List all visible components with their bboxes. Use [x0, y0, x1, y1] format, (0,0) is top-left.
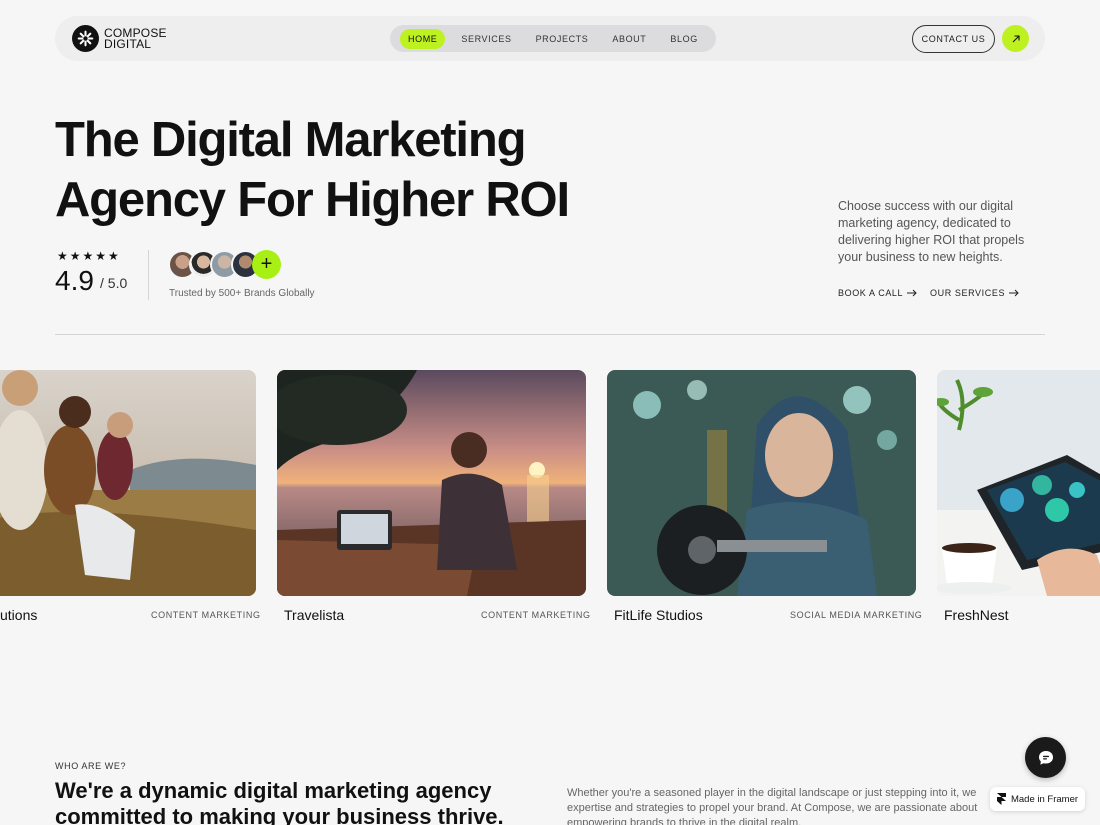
cta-arrow-button[interactable] [1002, 25, 1029, 52]
project-name: FreshNest [944, 607, 1009, 623]
arrow-right-icon [1009, 289, 1019, 297]
arrow-right-icon [907, 289, 917, 297]
book-call-link[interactable]: BOOK A CALL [838, 288, 917, 298]
about-title: We're a dynamic digital marketing agency… [55, 778, 504, 825]
hero-title-line2: Agency For Higher ROI [55, 173, 570, 227]
about-text: Whether you're a seasoned player in the … [567, 787, 978, 825]
logo-line2: DIGITAL [104, 36, 152, 51]
rating-stars: ★★★★★ [57, 249, 121, 263]
contact-us-button[interactable]: CONTACT US [912, 25, 995, 53]
project-name: utions [0, 607, 38, 623]
chat-button[interactable] [1025, 737, 1066, 778]
navbar: COMPOSE DIGITAL HOME SERVICES PROJECTS A… [55, 16, 1045, 61]
rating-max: / 5.0 [100, 275, 128, 291]
book-call-label: BOOK A CALL [838, 288, 904, 298]
rating-value: 4.9 [55, 265, 94, 296]
logo-text: COMPOSE DIGITAL [104, 27, 167, 51]
project-name: FitLife Studios [614, 607, 703, 623]
our-services-label: OUR SERVICES [930, 288, 1006, 298]
nav-home[interactable]: HOME [400, 28, 446, 49]
arrow-up-right-icon [1012, 34, 1020, 42]
divider [148, 250, 149, 300]
logo-icon [72, 25, 99, 52]
plus-icon: + [252, 250, 281, 279]
hero-description: Choose success with our digital marketin… [838, 199, 1025, 264]
client-avatars: + [168, 250, 281, 279]
section-divider [55, 334, 1045, 335]
project-name: Travelista [284, 607, 345, 623]
our-services-link[interactable]: OUR SERVICES [930, 288, 1019, 298]
hero-title: The Digital Marketing Agency For Higher … [55, 110, 615, 230]
framer-badge-label: Made in Framer [1010, 793, 1079, 805]
project-card-image[interactable] [937, 370, 1100, 596]
project-card-image[interactable] [607, 370, 916, 596]
section-eyebrow: WHO ARE WE? [55, 761, 127, 771]
main-menu: HOME SERVICES PROJECTS ABOUT BLOG [390, 25, 716, 52]
nav-services[interactable]: SERVICES [453, 29, 519, 49]
project-tag: CONTENT MARKETING [481, 610, 591, 620]
project-tag: CONTENT MARKETING [151, 610, 261, 620]
framer-logo-icon [996, 793, 1006, 805]
project-card-image[interactable] [0, 370, 256, 596]
logo[interactable]: COMPOSE DIGITAL [72, 25, 167, 52]
nav-blog[interactable]: BLOG [662, 29, 705, 49]
hero-title-line1: The Digital Marketing [55, 113, 527, 167]
nav-about[interactable]: ABOUT [604, 29, 654, 49]
made-in-framer-badge[interactable]: Made in Framer [990, 787, 1085, 811]
trusted-text: Trusted by 500+ Brands Globally [169, 288, 315, 299]
chat-bubble-icon [1038, 750, 1053, 765]
project-card-image[interactable] [277, 370, 586, 596]
nav-projects[interactable]: PROJECTS [528, 29, 597, 49]
page: COMPOSE DIGITAL HOME SERVICES PROJECTS A… [0, 0, 1100, 825]
project-tag: SOCIAL MEDIA MARKETING [790, 610, 923, 620]
